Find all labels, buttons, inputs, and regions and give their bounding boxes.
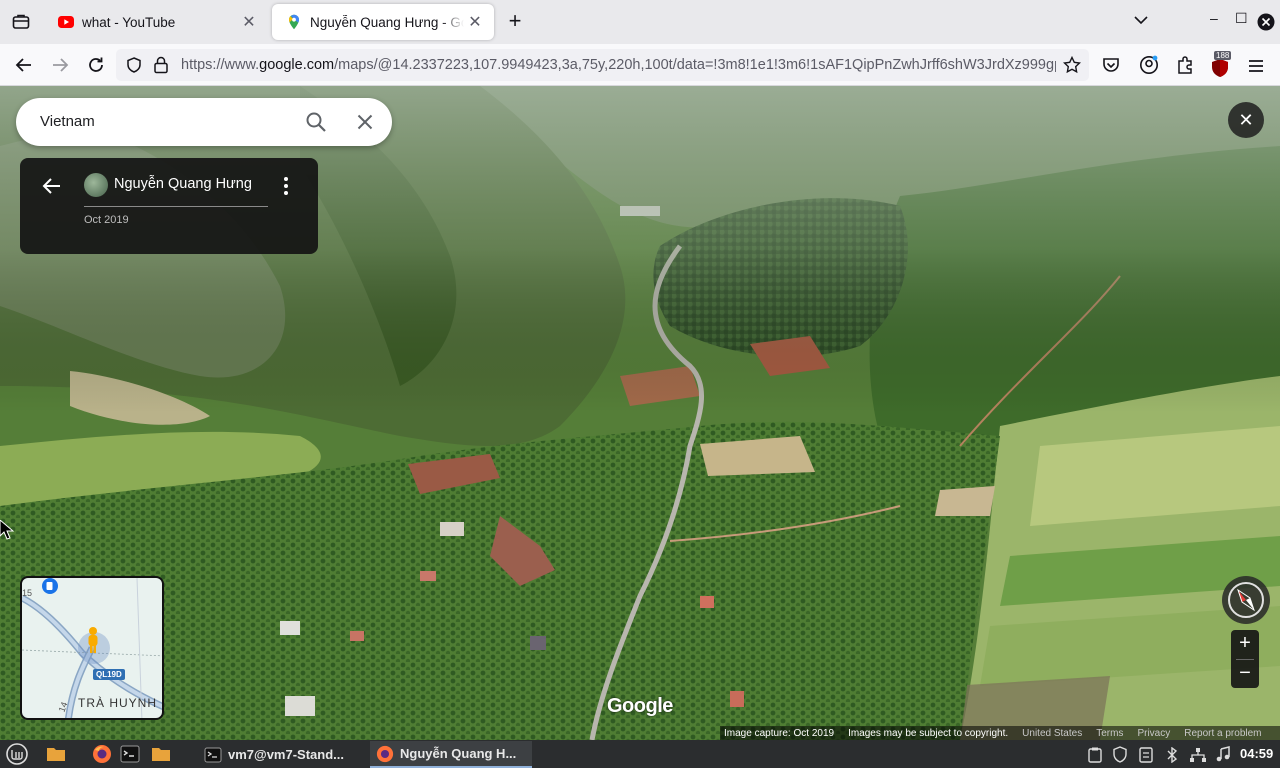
new-tab-button[interactable]: +: [503, 9, 527, 35]
close-tab-icon[interactable]: ✕: [238, 12, 260, 32]
search-icon[interactable]: [304, 110, 328, 134]
copyright-text: Images may be subject to copyright.: [848, 727, 1009, 739]
extensions-icon[interactable]: [1175, 55, 1195, 75]
taskbar-window-firefox[interactable]: Nguyễn Quang H...: [370, 741, 532, 768]
close-tab-icon[interactable]: ✕: [464, 12, 486, 32]
road-number-label: 15: [22, 588, 33, 598]
street-view-imagery[interactable]: Vietnam Nguyễn Quang Hưng Oct 2019 ✕ 15 …: [0, 86, 1280, 740]
sound-icon[interactable]: [1215, 746, 1231, 763]
lock-icon[interactable]: [153, 56, 169, 74]
contributor-avatar[interactable]: [84, 173, 108, 197]
arrow-left-icon[interactable]: [40, 174, 64, 198]
zoom-out-button[interactable]: −: [1231, 660, 1259, 688]
clipboard-icon[interactable]: [1088, 747, 1102, 763]
launcher-firefox[interactable]: [92, 743, 112, 765]
minimap[interactable]: 15 14 QL19D TRÀ HUYNH: [20, 576, 164, 720]
window-title: Nguyễn Quang H...: [400, 746, 517, 761]
navigation-toolbar: https://www.google.com/maps/@14.2337223,…: [0, 44, 1280, 86]
image-capture-text: Image capture: Oct 2019: [724, 727, 835, 739]
photo-info-card: Nguyễn Quang Hưng Oct 2019: [20, 158, 318, 254]
back-button[interactable]: [12, 53, 36, 77]
launcher-files[interactable]: [46, 743, 66, 765]
tab-list-button[interactable]: [6, 8, 36, 36]
pegman-icon[interactable]: [86, 626, 100, 654]
footer-link-terms[interactable]: Terms: [1096, 728, 1123, 739]
zoom-in-button[interactable]: +: [1231, 630, 1259, 658]
hamburger-menu-icon[interactable]: [1247, 58, 1265, 74]
tracking-protection-icon[interactable]: [126, 57, 142, 73]
network-icon[interactable]: [1189, 747, 1207, 763]
more-options-icon[interactable]: [276, 174, 296, 198]
close-icon: ✕: [1238, 109, 1254, 130]
extension-badge: 188: [1214, 51, 1232, 60]
google-logo: Google: [607, 695, 673, 717]
terminal-icon: [120, 745, 140, 763]
bookmark-star-icon[interactable]: [1063, 56, 1081, 74]
bluetooth-icon[interactable]: [1164, 747, 1180, 763]
firefox-icon: [376, 745, 394, 762]
place-label: TRÀ HUYNH: [78, 696, 158, 710]
tab-list-icon: [12, 14, 30, 29]
tab-google-maps[interactable]: Nguyễn Quang Hưng - Google Maps ✕: [272, 4, 494, 40]
divider: [84, 206, 268, 207]
compass-icon: [1228, 582, 1264, 618]
close-street-view-button[interactable]: ✕: [1228, 102, 1264, 138]
shield-icon[interactable]: [1112, 746, 1128, 763]
reload-icon: [89, 57, 103, 72]
tab-title: what - YouTube: [82, 14, 176, 30]
tab-youtube[interactable]: what - YouTube ✕: [44, 4, 268, 40]
pocket-icon[interactable]: [1102, 56, 1120, 74]
notes-icon[interactable]: [1139, 747, 1153, 763]
arrow-right-icon: [53, 58, 69, 72]
reload-button[interactable]: [84, 53, 108, 77]
window-close-icon[interactable]: [1257, 13, 1275, 31]
maximize-icon[interactable]: ☐: [1235, 10, 1248, 27]
map-footer: Image capture: Oct 2019 Images may be su…: [720, 726, 1280, 740]
arrow-left-icon: [15, 58, 31, 72]
clear-search-icon[interactable]: [353, 110, 377, 134]
fuel-station-icon: [42, 578, 58, 594]
road-label: QL19D: [93, 669, 125, 680]
clock[interactable]: 04:59: [1240, 746, 1273, 761]
footer-link-region[interactable]: United States: [1022, 728, 1082, 739]
list-all-tabs-icon[interactable]: [1134, 15, 1148, 25]
capture-date: Oct 2019: [84, 214, 129, 226]
firefox-icon: [93, 745, 111, 763]
tab-title: Nguyễn Quang Hưng - Google Maps: [310, 14, 464, 30]
start-menu-button[interactable]: [6, 743, 28, 765]
mint-menu-icon: [6, 743, 28, 765]
google-maps-icon: [289, 14, 299, 30]
compass-button[interactable]: [1222, 576, 1270, 624]
contributor-name[interactable]: Nguyễn Quang Hưng: [114, 176, 252, 192]
url-text[interactable]: https://www.google.com/maps/@14.2337223,…: [181, 57, 1056, 73]
window-title: vm7@vm7-Stand...: [228, 747, 344, 762]
tab-strip: what - YouTube ✕ Nguyễn Quang Hưng - Goo…: [0, 0, 1280, 44]
minimize-icon[interactable]: –: [1210, 10, 1218, 26]
footer-link-privacy[interactable]: Privacy: [1137, 728, 1170, 739]
account-icon[interactable]: [1139, 55, 1159, 75]
address-bar[interactable]: https://www.google.com/maps/@14.2337223,…: [116, 49, 1089, 81]
youtube-icon: [58, 16, 74, 28]
folder-icon: [47, 748, 65, 761]
footer-link-report[interactable]: Report a problem: [1184, 728, 1261, 739]
folder-icon: [152, 748, 170, 761]
ublock-shield-icon[interactable]: [1210, 58, 1230, 78]
terminal-icon: [204, 747, 222, 762]
search-input[interactable]: Vietnam: [40, 113, 95, 130]
mouse-cursor-icon: [0, 520, 14, 540]
launcher-file-manager[interactable]: [151, 743, 171, 765]
search-box[interactable]: Vietnam: [16, 98, 392, 146]
taskbar-window-terminal[interactable]: vm7@vm7-Stand...: [198, 741, 360, 768]
zoom-control: + −: [1231, 630, 1259, 688]
taskbar: vm7@vm7-Stand... Nguyễn Quang H... 04:59: [0, 740, 1280, 768]
forward-button[interactable]: [48, 53, 72, 77]
launcher-terminal[interactable]: [120, 743, 140, 765]
